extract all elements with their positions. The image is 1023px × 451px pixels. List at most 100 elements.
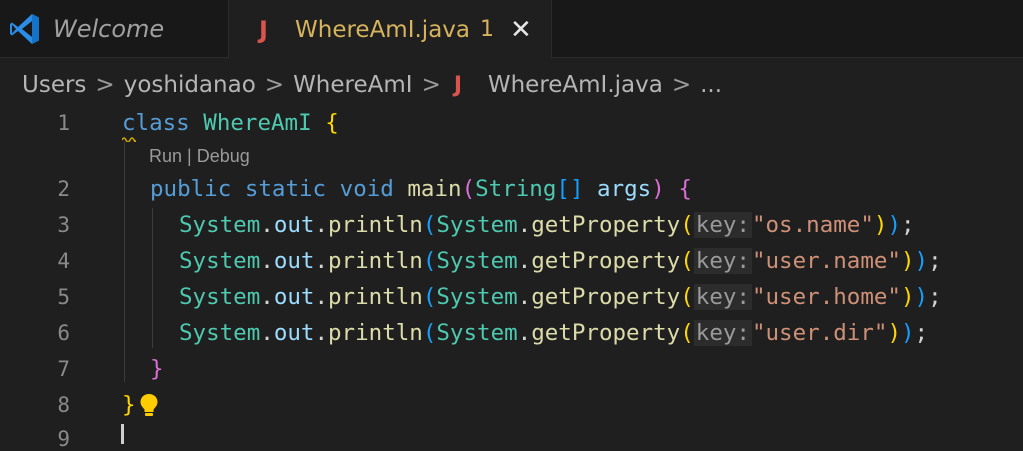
dot: . [260,320,274,346]
breadcrumb-item-file[interactable]: WhereAmI.java [488,72,663,98]
string-literal: "user.home" [751,284,901,310]
tab-welcome[interactable]: Welcome [0,0,226,58]
inlay-hint: key: [693,320,752,346]
keyword: void [339,176,394,202]
keyword: static [244,176,327,202]
type-name: System [179,284,261,310]
dot: . [517,320,532,346]
dot: . [517,248,532,274]
string-literal: "user.dir" [751,320,888,346]
field-name: out [273,212,315,238]
type-name: System [436,320,518,346]
dot: . [260,284,274,310]
code-line-1: class WhereAmI { [122,110,339,136]
semicolon: ; [914,320,929,346]
paren: ) [651,176,665,202]
paren: ) [873,212,888,238]
type-name: System [179,320,261,346]
chevron-right-icon: > [95,72,115,98]
paren: ) [914,284,929,310]
paren: ( [422,212,437,238]
problems-count-badge: 1 [480,17,494,42]
paren: ) [887,212,901,238]
line-number: 9 [57,427,70,451]
line-number: 7 [57,357,70,381]
type-name: System [179,248,261,274]
code-line-8: } [122,392,160,424]
paren: ( [422,320,437,346]
paren: ) [900,320,915,346]
bracket: [] [556,176,584,202]
chevron-right-icon: > [421,72,441,98]
chevron-right-icon: > [264,72,285,98]
dot: . [517,284,532,310]
tab-welcome-label: Welcome [53,15,165,43]
brace: { [678,176,692,202]
dot: . [314,284,329,310]
class-name: WhereAmI [203,110,312,136]
warning-squiggle-icon [122,137,136,142]
java-file-icon: J [259,15,268,44]
breadcrumb: Users > yoshidanao > WhereAmI > J WhereA… [22,66,722,104]
semicolon: ; [928,284,942,310]
brace: { [325,110,339,136]
tab-bar: Welcome J WhereAmI.java 1 ✕ [0,0,1023,59]
code-line-3: System.out.println(System.getProperty(ke… [179,212,915,238]
paren: ) [900,248,915,274]
paren: ( [422,248,437,274]
text-cursor [121,424,124,444]
paren: ) [887,320,901,346]
paren: ( [680,248,694,274]
type-name: System [436,212,518,238]
type-name: System [436,284,518,310]
string-literal: "user.name" [751,248,901,274]
dot: . [260,248,274,274]
tab-wheream-java[interactable]: J WhereAmI.java 1 ✕ [228,0,552,59]
method-name: println [328,212,423,238]
indent-guide [124,142,125,382]
dot: . [517,212,532,238]
line-number: 6 [57,321,70,345]
paren: ( [680,320,694,346]
close-icon[interactable]: ✕ [510,17,532,43]
inlay-hint: key: [693,212,752,238]
breadcrumb-item-yoshidanao[interactable]: yoshidanao [124,72,256,98]
paren: ( [680,212,694,238]
breadcrumb-item-symbols[interactable]: ... [700,72,722,98]
dot: . [314,212,329,238]
semicolon: ; [928,248,942,274]
code-line-6: System.out.println(System.getProperty(ke… [179,320,928,346]
semicolon: ; [900,212,915,238]
method-name: getProperty [531,284,681,310]
method-name: println [328,248,423,274]
line-number: 2 [57,177,70,201]
code-editor[interactable]: 1 2 3 4 5 6 7 8 9 class WhereAmI { Run |… [0,106,1023,451]
code-line-7: } [150,356,164,382]
breadcrumb-item-whereami[interactable]: WhereAmI [293,72,413,98]
keyword: class [122,110,190,136]
method-name: println [328,284,423,310]
method-name: getProperty [531,248,681,274]
type-name: System [436,248,518,274]
java-file-icon: J [453,72,463,98]
code-line-2: public static void main(String[] args) { [150,176,692,202]
paren: ( [680,284,694,310]
run-debug-codelens[interactable]: Run | Debug [149,146,250,167]
vscode-logo-icon [8,12,42,46]
tab-file-label: WhereAmI.java [295,16,470,43]
field-name: out [273,320,315,346]
dot: . [314,320,329,346]
parameter: args [597,176,652,202]
method-name: main [407,176,462,202]
string-literal: "os.name" [751,212,874,238]
inlay-hint: key: [693,284,752,310]
line-number: 4 [57,249,70,273]
code-line-5: System.out.println(System.getProperty(ke… [179,284,942,310]
paren: ) [900,284,915,310]
type-name: String [475,176,557,202]
brace: } [122,392,136,418]
chevron-right-icon: > [671,72,692,98]
breadcrumb-item-users[interactable]: Users [22,72,86,98]
indent-guide [152,208,153,348]
lightbulb-icon[interactable] [138,392,160,424]
